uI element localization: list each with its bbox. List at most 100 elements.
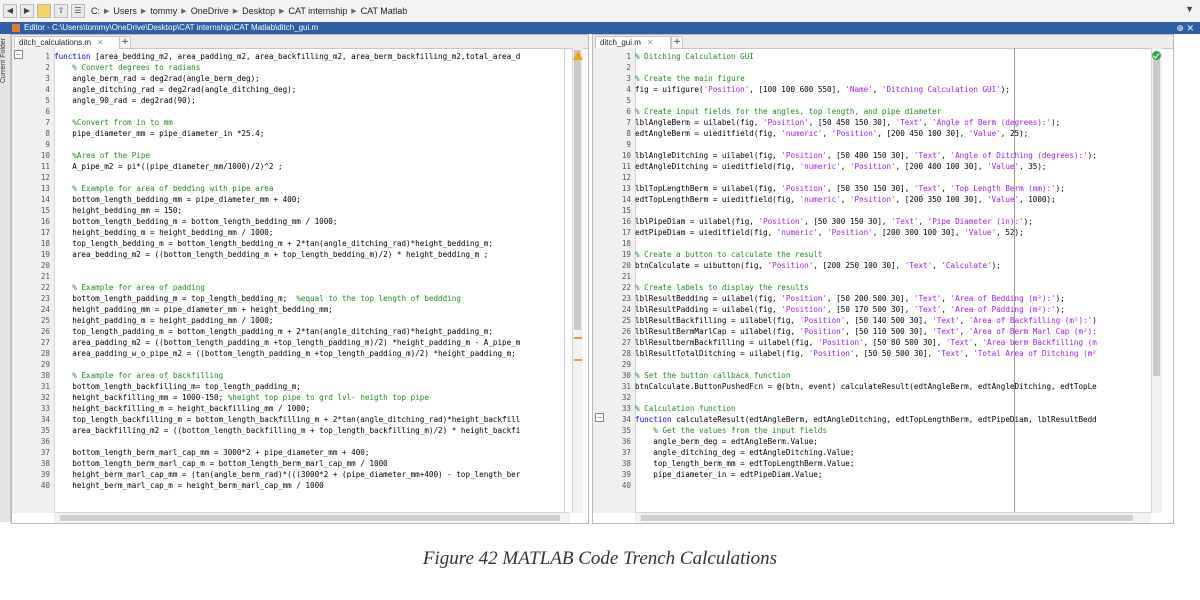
code-line[interactable]: lblResultBackfilling = uilabel(fig, 'Pos… [635, 315, 1097, 326]
folder-icon[interactable] [37, 4, 51, 18]
scrollbar-thumb[interactable] [60, 515, 560, 521]
code-line[interactable]: lblResultTotalDitching = uilabel(fig, 'P… [635, 348, 1097, 359]
horizontal-scrollbar[interactable] [635, 512, 1151, 523]
vertical-scrollbar[interactable] [1151, 48, 1162, 513]
code-line[interactable]: % Calculation function [635, 403, 736, 414]
forward-icon[interactable]: ▶ [20, 4, 34, 18]
code-line[interactable]: height_padding_m = height_padding_mm / 1… [54, 315, 273, 326]
warning-marker[interactable] [574, 359, 582, 361]
code-line[interactable]: top_length_berm_mm = edtTopLengthBerm.Va… [635, 458, 854, 469]
code-line[interactable]: angle_ditching_rad = deg2rad(angle_ditch… [54, 84, 296, 95]
code-token: 'Position' [781, 294, 828, 303]
breadcrumb-item[interactable]: Users [113, 6, 137, 16]
window-controls-icon[interactable]: ⊕ ✕ [1176, 22, 1194, 34]
code-line[interactable]: top_length_padding_m = bottom_length_pad… [54, 326, 493, 337]
code-line[interactable]: % Example for area of padding [54, 282, 205, 293]
fold-icon[interactable]: − [595, 413, 604, 422]
scrollbar-thumb[interactable] [641, 515, 1133, 521]
breadcrumb-item[interactable]: C: [91, 6, 100, 16]
breadcrumb-item[interactable]: OneDrive [191, 6, 229, 16]
code-line[interactable]: bottom_length_berm_marl_cap_mm = 3000*2 … [54, 447, 369, 458]
code-line[interactable]: %Area of the Pipe [54, 150, 150, 161]
warning-icon[interactable] [573, 51, 583, 60]
code-line[interactable]: edtAngleDitching = uieditfield(fig, 'num… [635, 161, 1047, 172]
code-area[interactable]: % Ditching Calculation GUI % Create the m… [635, 48, 1151, 513]
code-line[interactable]: % Convert degrees to radians [54, 62, 200, 73]
code-line[interactable]: area_backfilling_m2 = ((bottom_length_ba… [54, 425, 520, 436]
code-line[interactable]: bottom_length_bedding_m = bottom_length_… [54, 216, 337, 227]
code-line[interactable]: lblPipeDiam = uilabel(fig, 'Position', [… [635, 216, 1033, 227]
chevron-down-icon[interactable]: ▼ [1185, 4, 1194, 14]
code-line[interactable]: lblResultBedding = uilabel(fig, 'Positio… [635, 293, 1065, 304]
code-line[interactable]: % Ditching Calculation GUI [635, 51, 754, 62]
code-line[interactable]: area_padding_w_o_pipe_m2 = ((bottom_leng… [54, 348, 515, 359]
code-line[interactable]: angle_ditching_deg = edtAngleDitching.Va… [635, 447, 854, 458]
code-line[interactable]: top_length_backfilling_m = bottom_length… [54, 414, 520, 425]
code-line[interactable]: fig = uifigure('Position', [100 100 600 … [635, 84, 1010, 95]
code-line[interactable]: lblResultPadding = uilabel(fig, 'Positio… [635, 304, 1065, 315]
code-line[interactable]: height_backfilling_mm = 1000-150; %heigh… [54, 392, 429, 403]
code-line[interactable]: edtPipeDiam = uieditfield(fig, 'numeric'… [635, 227, 1024, 238]
code-line[interactable]: % Example for area of backfilling [54, 370, 223, 381]
code-line[interactable]: top_length_bedding_m = bottom_length_bed… [54, 238, 493, 249]
code-area[interactable]: function [area_bedding_m2, area_padding_… [54, 48, 564, 513]
code-line[interactable]: pipe_diameter_mm = pipe_diameter_in *25.… [54, 128, 264, 139]
code-line[interactable]: function [area_bedding_m2, area_padding_… [54, 51, 520, 62]
back-icon[interactable]: ◀ [3, 4, 17, 18]
code-line[interactable]: bottom_length_backfilling_m= top_length_… [54, 381, 301, 392]
code-line[interactable]: angle_berm_deg = edtAngleBerm.Value; [635, 436, 818, 447]
code-line[interactable]: lblTopLengthBerm = uilabel(fig, 'Positio… [635, 183, 1065, 194]
code-line[interactable]: pipe_diameter_in = edtPipeDiam.Value; [635, 469, 822, 480]
vertical-scrollbar[interactable] [572, 48, 583, 513]
code-line[interactable]: bottom_length_bedding_mm = pipe_diameter… [54, 194, 301, 205]
code-line[interactable]: height_berm_marl_cap_m = height_berm_mar… [54, 480, 323, 491]
breadcrumb-item[interactable]: tommy [150, 6, 177, 16]
code-line[interactable]: lblResultbermBackfilling = uilabel(fig, … [635, 337, 1097, 348]
browse-icon[interactable]: ☰ [71, 4, 85, 18]
code-line[interactable]: % Create a button to calculate the resul… [635, 249, 822, 260]
code-line[interactable]: edtTopLengthBerm = uieditfield(fig, 'num… [635, 194, 1056, 205]
line-number: 27 [40, 338, 50, 347]
code-line[interactable]: lblAngleBerm = uilabel(fig, 'Position', … [635, 117, 1060, 128]
code-line[interactable]: A_pipe_m2 = pi*((pipe_diameter_mm/1000)/… [54, 161, 282, 172]
breadcrumb-item[interactable]: CAT internship [289, 6, 348, 16]
code-line[interactable]: area_padding_m2 = ((bottom_length_paddin… [54, 337, 520, 348]
code-line[interactable]: % Create input fields for the angles, to… [635, 106, 941, 117]
code-line[interactable]: % Example for area of bedding with pipe … [54, 183, 273, 194]
code-token: lblResultBedding = uilabel(fig, [635, 294, 782, 303]
scrollbar-thumb[interactable] [1153, 58, 1160, 376]
code-line[interactable]: height_bedding_m = height_bedding_mm / 1… [54, 227, 273, 238]
code-line[interactable]: lblResultBermMarlCap = uilabel(fig, 'Pos… [635, 326, 1097, 337]
code-line[interactable]: % Get the values from the input fields [635, 425, 827, 436]
no-issues-icon[interactable] [1152, 51, 1161, 60]
warning-marker[interactable] [574, 337, 582, 339]
code-line[interactable]: bottom_length_berm_marl_cap_m = bottom_l… [54, 458, 387, 469]
code-line[interactable]: %Convert from in to mm [54, 117, 173, 128]
up-folder-icon[interactable]: ⇧ [54, 4, 68, 18]
code-line[interactable]: % Set the button callback function [635, 370, 790, 381]
code-line[interactable]: function calculateResult(edtAngleBerm, e… [635, 414, 1097, 425]
current-folder-strip[interactable]: Current Folder [0, 34, 11, 522]
code-line[interactable]: angle_berm_rad = deg2rad(angle_berm_deg)… [54, 73, 259, 84]
code-line[interactable]: height_backfilling_m = height_backfillin… [54, 403, 310, 414]
code-line[interactable]: edtAngleBerm = uieditfield(fig, 'numeric… [635, 128, 1028, 139]
code-line[interactable]: bottom_length_padding_m = top_length_bed… [54, 293, 461, 304]
code-line[interactable]: angle_90_rad = deg2rad(90); [54, 95, 195, 106]
code-line[interactable]: height_padding_mm = pipe_diameter_mm + h… [54, 304, 333, 315]
fold-icon[interactable]: − [14, 50, 23, 59]
code-line[interactable]: height_bedding_mm = 150; [54, 205, 182, 216]
code-line[interactable]: % Create the main figure [635, 73, 745, 84]
code-line[interactable]: height_berm_marl_cap_mm = (tan(angle_ber… [54, 469, 520, 480]
code-line[interactable]: btnCalculate = uibutton(fig, 'Position',… [635, 260, 1001, 271]
code-line[interactable]: lblAngleDitching = uilabel(fig, 'Positio… [635, 150, 1097, 161]
close-icon[interactable]: ✕ [97, 38, 104, 47]
horizontal-scrollbar[interactable] [54, 512, 570, 523]
scrollbar-thumb[interactable] [574, 50, 581, 330]
close-icon[interactable]: ✕ [647, 38, 654, 47]
code-line[interactable]: area_bedding_m2 = ((bottom_length_beddin… [54, 249, 488, 260]
breadcrumb[interactable]: C: ▶ Users ▶ tommy ▶ OneDrive ▶ Desktop ▶ CAT inte… [91, 6, 407, 16]
breadcrumb-item[interactable]: CAT Matlab [361, 6, 408, 16]
code-line[interactable]: btnCalculate.ButtonPushedFcn = @(btn, ev… [635, 381, 1097, 392]
code-line[interactable]: % Create labels to display the results [635, 282, 809, 293]
breadcrumb-item[interactable]: Desktop [242, 6, 275, 16]
